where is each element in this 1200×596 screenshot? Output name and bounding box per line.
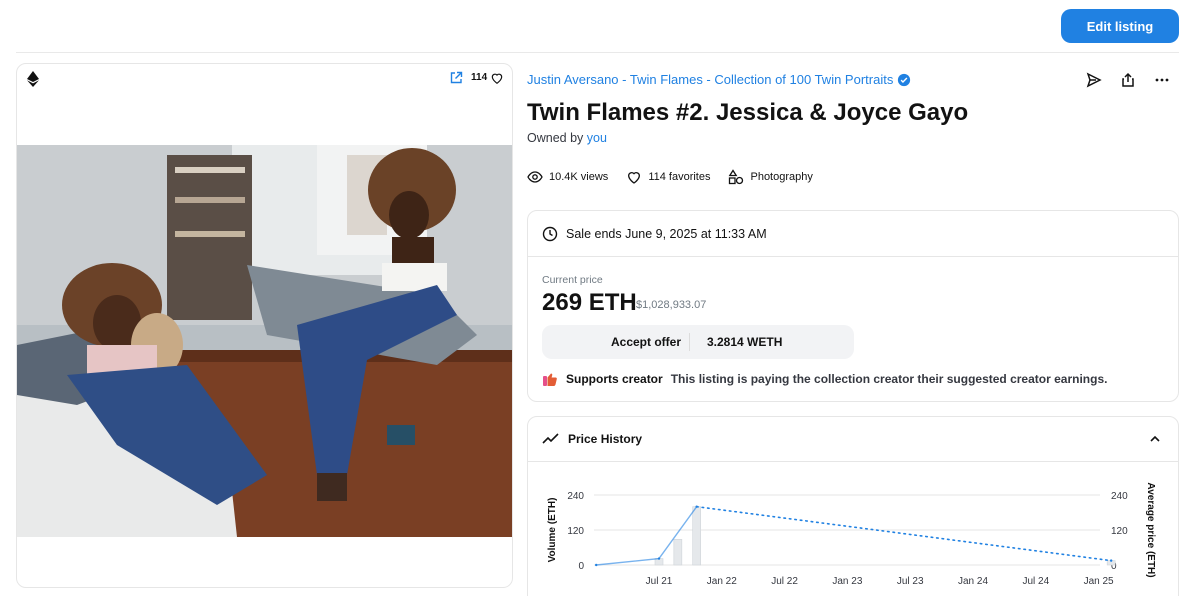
ethereum-icon [27,71,39,87]
y-tick-left: 0 [578,561,584,572]
volume-bar [692,506,701,566]
creator-support-text: This listing is paying the collection cr… [670,372,1108,386]
price-history-chart: 0 0120 120240 240Jul 21 Jan 22 Jul 22 Jan 23 Ju… [547,482,1156,587]
avg-price-projection [695,505,1112,562]
x-tick-label: Jan 25 [1084,576,1114,587]
x-tick-label: Jul 22 [771,576,798,587]
sale-end-text: Sale ends June 9, 2025 at 11:33 AM [566,226,767,241]
external-link-icon[interactable] [449,71,463,85]
y-tick-left: 120 [567,526,584,537]
more-options-icon[interactable] [1154,72,1170,88]
creator-support-label: Supports creator [566,372,663,386]
accept-offer-button[interactable]: Accept offer 3.2814 WETH [542,325,854,359]
owned-by-label: Owned by [527,131,584,145]
item-title: Twin Flames #2. Jessica & Joyce Gayo [527,99,969,126]
owner-link[interactable]: you [587,131,607,145]
current-price: 269 ETH [542,289,637,316]
accept-offer-label[interactable]: Accept offer [542,333,690,351]
price-point [657,557,661,560]
clock-icon [542,226,558,241]
price-point [695,505,698,508]
offer-amount[interactable]: 3.2814 WETH [690,335,782,349]
price-history-header[interactable]: Price History [528,417,1178,462]
x-tick-label: Jan 22 [707,576,737,587]
nft-image [17,145,512,537]
y-axis-label-right: Average price (ETH) [1145,482,1156,577]
volume-bar [673,539,683,566]
send-icon[interactable] [1086,72,1102,88]
x-tick-label: Jul 23 [897,576,924,587]
views-stat: 10.4K views [527,169,608,185]
price-point [595,563,598,567]
owner-line: Owned by you [527,131,607,145]
chevron-up-icon[interactable] [1148,432,1162,446]
price-point [1109,559,1113,562]
price-history-title: Price History [568,432,643,446]
heart-icon[interactable] [490,71,504,85]
y-tick-right: 240 [1111,491,1128,502]
creator-support-icon [543,373,557,386]
media-card: 114 [16,63,513,588]
favorite-count: 114 [471,72,488,83]
heart-outline-icon [628,172,641,184]
category-stat[interactable]: Photography [728,169,813,185]
sale-card: Sale ends June 9, 2025 at 11:33 AM Curre… [527,210,1179,402]
price-usd: $1,028,933.07 [636,299,707,311]
price-label: Current price [542,274,603,286]
x-tick-label: Jul 24 [1022,576,1049,587]
favorites-count: 114 favorites [648,171,711,183]
trend-icon [542,433,559,444]
x-tick-label: Jan 23 [832,576,862,587]
sale-header: Sale ends June 9, 2025 at 11:33 AM [528,211,1178,257]
x-tick-label: Jan 24 [958,576,988,587]
collection-name[interactable]: Justin Aversano - Twin Flames - Collecti… [527,72,893,87]
verified-badge-icon [898,73,911,86]
favorites-stat: 114 favorites [626,169,710,185]
shapes-icon [729,169,744,185]
y-axis-label-left: Volume (ETH) [547,498,558,563]
collection-link[interactable]: Justin Aversano - Twin Flames - Collecti… [527,72,911,87]
views-count: 10.4K views [549,171,609,183]
category-label[interactable]: Photography [750,171,812,183]
price-history-card: Price History 0 0 120 120 240 240 Jul 21 Jan 22… [527,416,1179,596]
x-tick-label: Jul 21 [646,576,673,587]
creator-support-row: Supports creator This listing is paying … [542,371,1107,387]
y-tick-right: 120 [1111,526,1128,537]
eye-icon [527,171,543,183]
top-divider [16,52,1179,53]
item-stats: 10.4K views 114 favorites Photography [527,169,831,185]
edit-listing-button[interactable]: Edit listing [1061,9,1179,43]
share-icon[interactable] [1120,72,1136,88]
y-tick-left: 240 [567,491,584,502]
